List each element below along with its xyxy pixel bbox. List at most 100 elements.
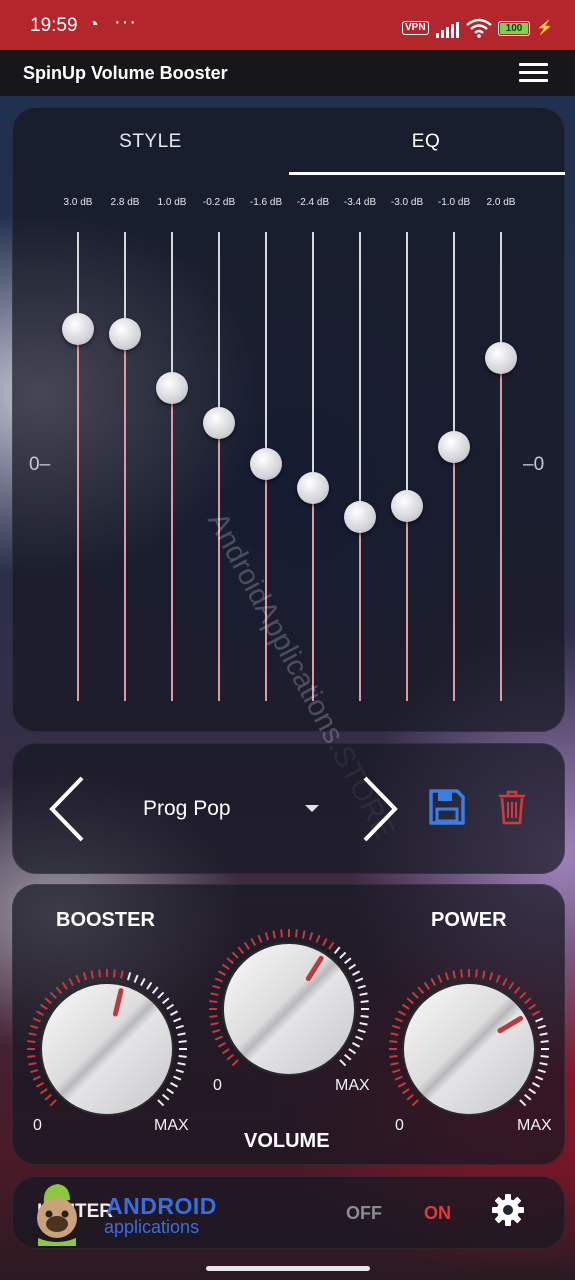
knob-tick	[537, 1024, 546, 1030]
knob-tick	[157, 1099, 165, 1107]
eq-band-thumb[interactable]	[62, 312, 94, 345]
knob-tick	[133, 974, 139, 983]
android-applications-logo: ANDROID applications	[24, 1180, 244, 1250]
knob-tick	[475, 969, 478, 978]
app-bar: SpinUp Volume Booster	[0, 50, 575, 96]
knob-tick	[49, 1099, 57, 1107]
tab-style[interactable]: STYLE	[13, 126, 288, 176]
knob-tick	[173, 1075, 182, 1081]
gear-icon[interactable]	[491, 1193, 525, 1227]
knob-tick	[126, 972, 132, 981]
knob-tick	[333, 946, 341, 954]
battery-level: 100	[500, 23, 528, 34]
knob-tick	[532, 1010, 541, 1016]
limiter-off-option[interactable]: OFF	[346, 1203, 382, 1224]
eq-band-thumb[interactable]	[344, 501, 376, 534]
knob-tick	[352, 970, 361, 976]
eq-band-fill	[218, 422, 220, 701]
knob-tick	[423, 981, 430, 990]
tab-eq[interactable]: EQ	[288, 126, 564, 176]
signal-icon	[436, 22, 459, 38]
knob-tick	[140, 977, 146, 986]
knob-tick	[392, 1068, 401, 1074]
knob-tick	[39, 1003, 48, 1010]
knob-tick	[524, 1093, 532, 1101]
eq-band-thumb[interactable]	[297, 471, 329, 504]
knob-tick	[217, 1042, 226, 1048]
knob-tick	[75, 974, 81, 983]
booster-label: BOOSTER	[56, 909, 155, 931]
knob-tick	[173, 1017, 182, 1023]
status-more-dots: ···	[114, 11, 137, 33]
floppy-disk-icon[interactable]	[429, 789, 465, 825]
eq-band-thumb[interactable]	[203, 406, 235, 439]
eq-band-thumb[interactable]	[391, 489, 423, 522]
knob-tick	[27, 1040, 36, 1043]
booster-min-label: 0	[33, 1117, 42, 1134]
knob-tick	[212, 1028, 221, 1034]
eq-band-label: -1.6 dB	[249, 197, 283, 208]
eq-band-fill	[359, 517, 361, 701]
knob-tick	[540, 1055, 549, 1058]
knob-tick	[272, 930, 276, 939]
eq-band-label: -1.0 dB	[437, 197, 471, 208]
knob-tick	[444, 972, 450, 981]
knob-tick	[394, 1075, 403, 1081]
eq-band-fill	[124, 334, 126, 701]
knob-tick	[178, 1040, 187, 1043]
knob-tick	[162, 1093, 170, 1101]
preset-dropdown-icon[interactable]	[305, 805, 319, 812]
next-preset-icon[interactable]	[359, 774, 399, 844]
previous-preset-icon[interactable]	[48, 774, 88, 844]
knob-tick	[528, 1088, 537, 1095]
eq-band-thumb[interactable]	[250, 448, 282, 481]
eq-band-thumb[interactable]	[109, 318, 141, 351]
knob-tick	[460, 969, 463, 978]
knob-tick	[243, 941, 250, 950]
knob-tick	[28, 1032, 37, 1036]
knob-tick	[430, 977, 436, 986]
knob-tick	[355, 1035, 364, 1041]
eq-band-label: 2.0 dB	[486, 197, 516, 208]
knob-tick	[177, 1032, 186, 1036]
knob-tick	[339, 951, 347, 959]
home-indicator[interactable]	[206, 1266, 370, 1271]
knob-tick	[250, 937, 256, 946]
knob-tick	[170, 1010, 179, 1016]
knob-tick	[170, 1082, 179, 1088]
knob-tick	[221, 963, 230, 970]
pug-mascot-icon	[37, 1184, 77, 1246]
charging-icon: ⚡	[536, 19, 554, 35]
knob-tick	[49, 991, 57, 999]
knob-tick	[146, 981, 153, 990]
eq-band-fill	[77, 328, 79, 701]
booster-knob[interactable]	[21, 963, 193, 1135]
knob-tick	[322, 937, 328, 946]
trash-icon[interactable]	[498, 789, 526, 825]
eq-band-thumb[interactable]	[156, 371, 188, 404]
volume-min-label: 0	[213, 1077, 222, 1094]
hamburger-menu-icon[interactable]	[519, 63, 549, 83]
eq-band-thumb[interactable]	[485, 342, 517, 374]
eq-band-label: -2.4 dB	[296, 197, 330, 208]
volume-knob[interactable]	[203, 923, 375, 1095]
knob-tick	[214, 977, 223, 983]
eq-band-fill	[406, 505, 408, 701]
knob-tick	[264, 932, 270, 941]
eq-band-label: 3.0 dB	[63, 197, 93, 208]
limiter-on-option[interactable]: ON	[424, 1203, 451, 1224]
power-knob[interactable]	[383, 963, 555, 1135]
knob-tick	[175, 1068, 184, 1074]
knob-tick	[539, 1062, 548, 1066]
knob-tick	[394, 1017, 403, 1023]
eq-band-label: -3.0 dB	[390, 197, 424, 208]
knob-tick	[221, 1048, 230, 1055]
preset-name[interactable]: Prog Pop	[143, 797, 231, 821]
app-title: SpinUp Volume Booster	[23, 63, 228, 83]
knob-tick	[452, 970, 456, 979]
knob-tick	[411, 991, 419, 999]
eq-band-thumb[interactable]	[438, 430, 470, 463]
knob-tick	[32, 1075, 41, 1081]
knob-tick	[392, 1024, 401, 1030]
knob-panel: BOOSTER POWER VOLUME 0 MAX 0 MAX 0 MAX	[12, 884, 565, 1165]
